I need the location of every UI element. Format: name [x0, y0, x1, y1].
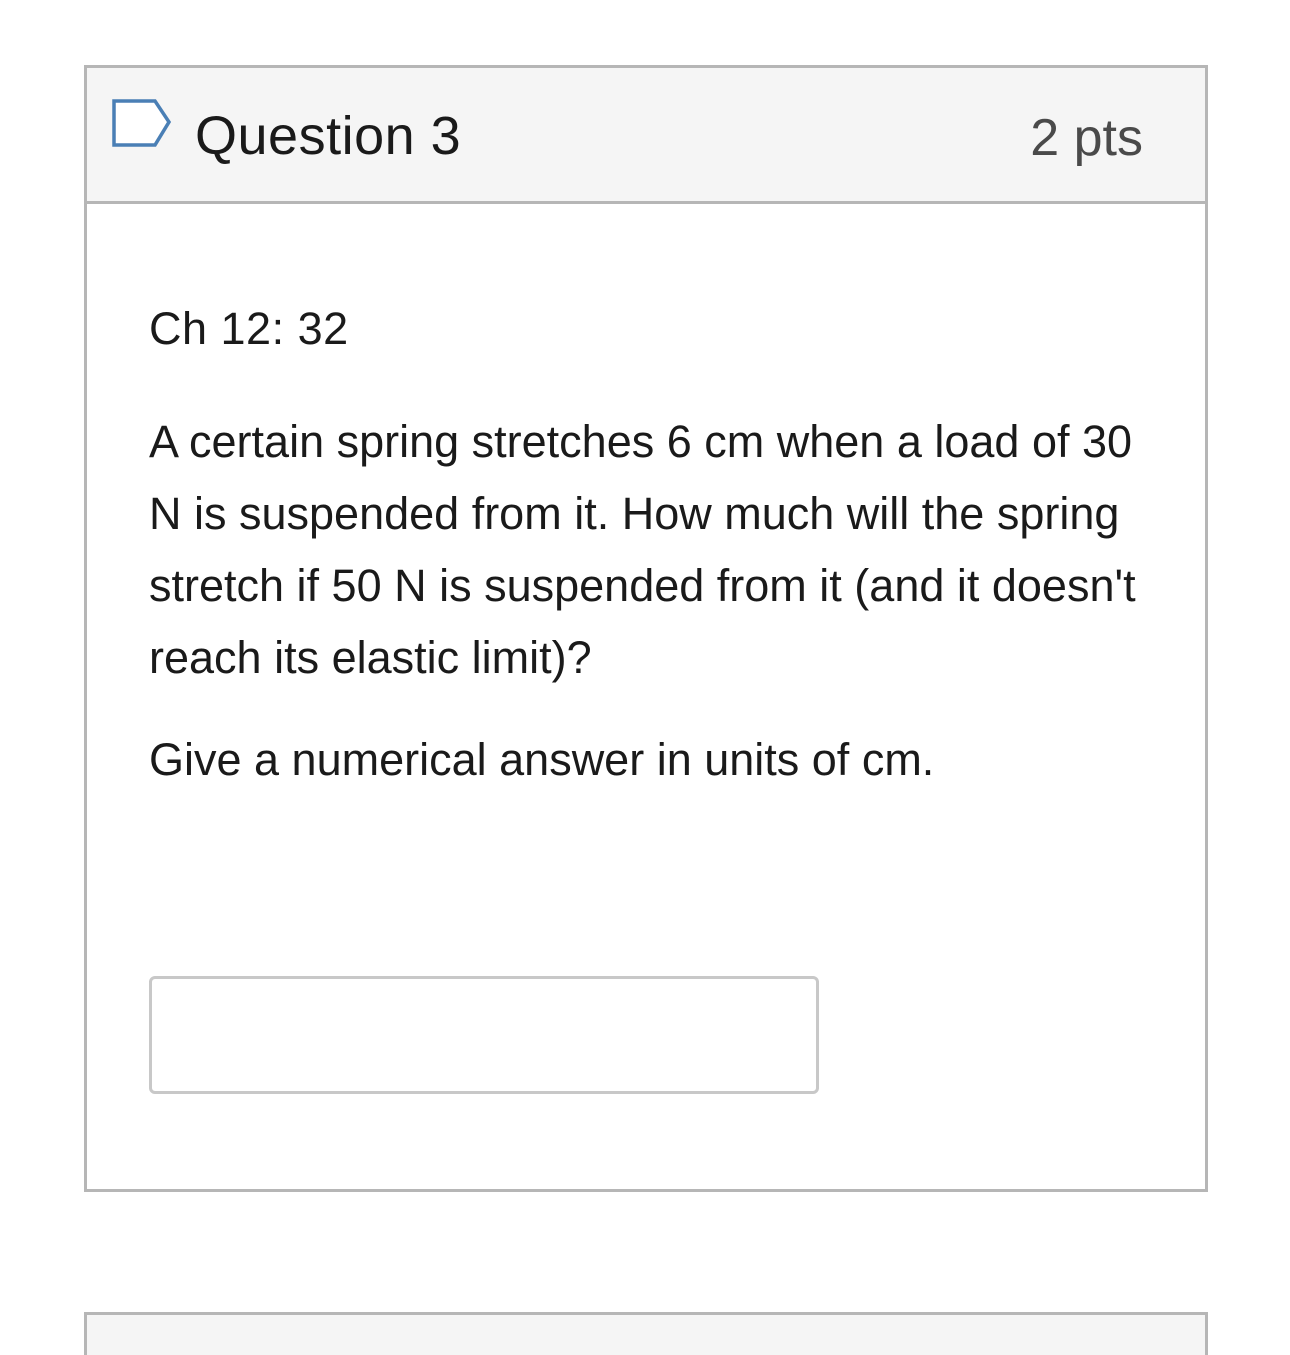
question-card: Question 3 2 pts Ch 12: 32 A certain spr… [84, 65, 1208, 1192]
question-points: 2 pts [1030, 109, 1143, 167]
next-question-card [84, 1312, 1208, 1355]
answer-input[interactable] [149, 976, 819, 1094]
answer-instruction: Give a numerical answer in units of cm. [149, 734, 935, 785]
question-header: Question 3 2 pts [87, 68, 1205, 204]
problem-text: A certain spring stretches 6 cm when a l… [149, 416, 1136, 683]
flag-outline-icon[interactable] [111, 98, 173, 150]
question-body: Ch 12: 32 A certain spring stretches 6 c… [87, 204, 1205, 1189]
problem-reference: Ch 12: 32 [149, 303, 349, 354]
question-title: Question 3 [195, 106, 462, 166]
